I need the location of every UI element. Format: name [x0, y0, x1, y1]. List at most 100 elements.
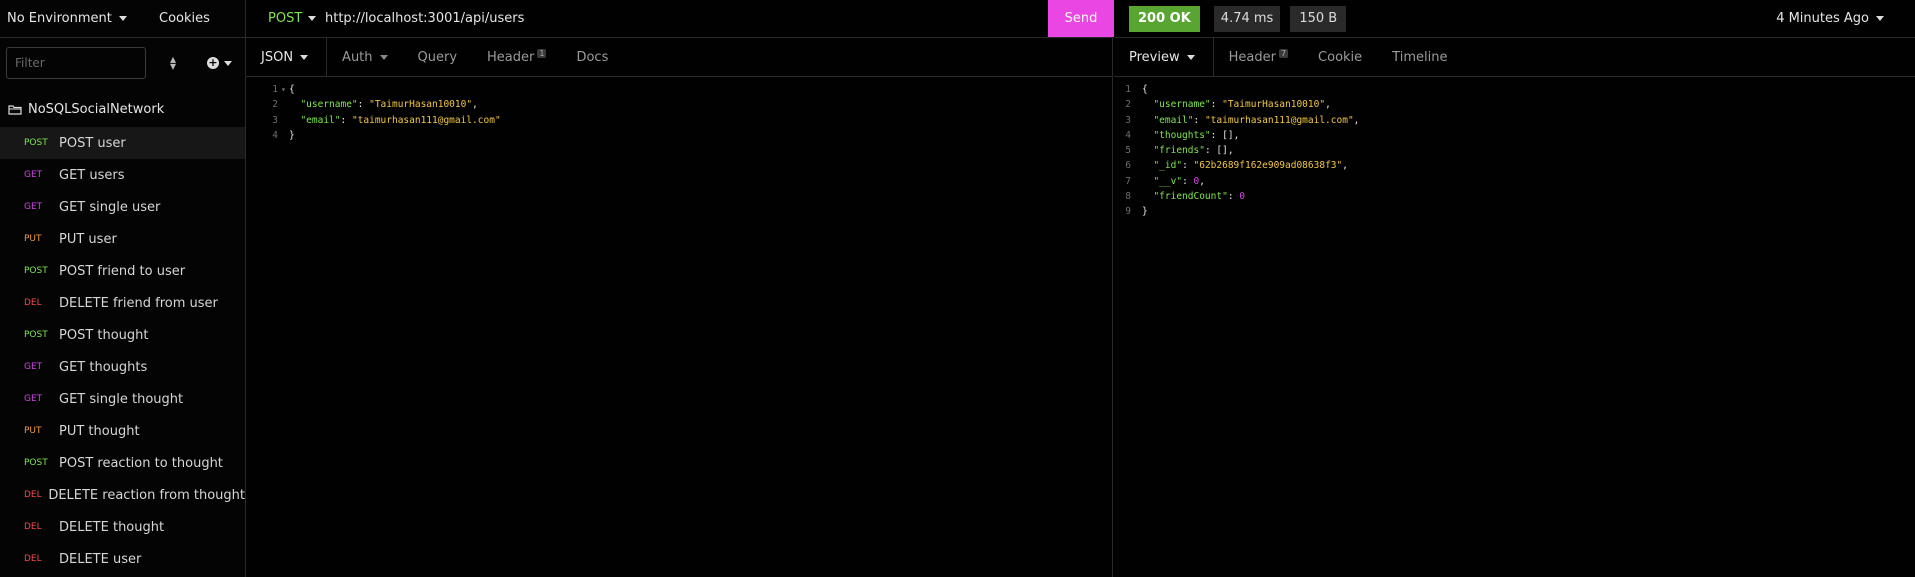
- json-key: "email": [300, 114, 341, 126]
- line-number: 3: [272, 114, 278, 126]
- tab-timeline[interactable]: Timeline: [1377, 38, 1462, 77]
- tab-cookie[interactable]: Cookie: [1303, 38, 1377, 77]
- request-name: POST reaction to thought: [59, 455, 223, 471]
- request-item[interactable]: DEL DELETE thought: [0, 511, 245, 543]
- collection-folder[interactable]: NoSQLSocialNetwork: [0, 91, 245, 127]
- history-dropdown[interactable]: 4 Minutes Ago: [1776, 11, 1884, 26]
- request-item[interactable]: POST POST thought: [0, 319, 245, 351]
- request-item[interactable]: PUT PUT thought: [0, 415, 245, 447]
- request-pane: POST http://localhost:3001/api/users Sen…: [246, 0, 1114, 577]
- method-label: POST: [268, 11, 303, 26]
- json-value: "TaimurHasan10010": [369, 99, 473, 111]
- tab-response-header[interactable]: Header 7: [1214, 38, 1303, 77]
- tab-header[interactable]: Header 1: [472, 38, 561, 77]
- code-brace: {: [289, 84, 295, 95]
- request-name: GET users: [59, 167, 125, 183]
- code-line: 3 "email": "taimurhasan111@gmail.com": [246, 113, 1112, 128]
- request-name: POST thought: [59, 327, 149, 343]
- json-colon: :: [1210, 129, 1223, 141]
- request-body-editor[interactable]: 1 ▾{2 "username": "TaimurHasan10010", 3 "e…: [246, 77, 1112, 143]
- json-colon: :: [1210, 99, 1223, 111]
- tab-header-label: Header: [487, 49, 535, 65]
- code-line: 4}: [246, 128, 1112, 143]
- method-dropdown[interactable]: POST: [246, 11, 322, 26]
- sort-icon[interactable]: ▴ ▾: [163, 53, 183, 72]
- method-badge: DEL: [24, 522, 42, 532]
- code-line: 7 "__v": 0,: [1114, 174, 1915, 189]
- folder-icon: [8, 104, 22, 115]
- history-label: 4 Minutes Ago: [1776, 11, 1869, 26]
- request-item[interactable]: PUT PUT user: [0, 223, 245, 255]
- chevron-down-icon: [1876, 16, 1884, 21]
- filter-input[interactable]: [6, 47, 146, 79]
- request-tabs: JSON Auth Query Header 1 Docs: [246, 37, 1112, 77]
- request-item[interactable]: DEL DELETE reaction from thought: [0, 479, 245, 511]
- response-size: 150 B: [1290, 5, 1347, 32]
- add-request-button[interactable]: +: [207, 57, 232, 69]
- json-value: []: [1216, 145, 1228, 157]
- tab-docs[interactable]: Docs: [561, 38, 623, 77]
- line-number: 3: [1125, 114, 1131, 126]
- method-badge: DEL: [24, 490, 42, 500]
- request-name: GET single thought: [59, 391, 184, 407]
- line-number: 5: [1125, 145, 1131, 157]
- request-name: DELETE friend from user: [59, 295, 218, 311]
- json-colon: :: [357, 99, 370, 111]
- method-badge: DEL: [24, 554, 42, 564]
- line-number: 6: [1125, 160, 1131, 172]
- response-status-bar: 200 OK 4.74 ms 150 B 4 Minutes Ago: [1114, 0, 1915, 38]
- request-item[interactable]: GET GET single user: [0, 191, 245, 223]
- json-key: "_id": [1153, 160, 1183, 172]
- json-value: 0: [1239, 191, 1245, 203]
- json-key: "friendCount": [1153, 191, 1228, 203]
- json-key: "friends": [1153, 145, 1205, 157]
- status-badge: 200 OK: [1129, 5, 1200, 32]
- code-line: 6 "_id": "62b2689f162e909ad08638f3",: [1114, 158, 1915, 173]
- json-value: "taimurhasan111@gmail.com": [1204, 114, 1354, 126]
- method-badge: POST: [24, 330, 48, 340]
- code-line: 3 "email": "taimurhasan111@gmail.com",: [1114, 113, 1915, 128]
- line-number: 7: [1125, 175, 1131, 187]
- code-line: 2 "username": "TaimurHasan10010",: [1114, 97, 1915, 112]
- sidebar: No Environment Cookies ▴▾ + NoSQLSocialN…: [0, 0, 246, 577]
- tab-query[interactable]: Query: [403, 38, 473, 77]
- sidebar-header: No Environment Cookies: [0, 0, 245, 38]
- request-item[interactable]: DEL DELETE user: [0, 543, 245, 575]
- send-button[interactable]: Send: [1048, 0, 1114, 37]
- method-badge: GET: [24, 170, 43, 180]
- chevron-down-icon: [224, 60, 232, 66]
- request-item[interactable]: DEL DELETE friend from user: [0, 287, 245, 319]
- json-value: "taimurhasan111@gmail.com": [351, 114, 501, 126]
- method-badge: POST: [24, 138, 48, 148]
- tab-json[interactable]: JSON: [246, 37, 328, 77]
- request-item[interactable]: POST POST reaction to thought: [0, 447, 245, 479]
- tab-response-header-label: Header: [1228, 49, 1276, 65]
- tab-auth[interactable]: Auth: [327, 38, 402, 77]
- tab-preview[interactable]: Preview: [1114, 37, 1214, 77]
- code-line: 9}: [1114, 204, 1915, 219]
- request-name: PUT user: [59, 231, 117, 247]
- request-item[interactable]: GET GET thoughts: [0, 351, 245, 383]
- line-number: 4: [272, 129, 278, 141]
- chevron-down-icon: [118, 16, 127, 21]
- request-item[interactable]: GET GET single thought: [0, 383, 245, 415]
- request-item[interactable]: GET GET users: [0, 159, 245, 191]
- header-count-badge: 1: [537, 48, 547, 58]
- line-number: 4: [1125, 129, 1131, 141]
- json-colon: :: [1204, 145, 1217, 157]
- url-input[interactable]: http://localhost:3001/api/users: [325, 11, 524, 26]
- cookies-button[interactable]: Cookies: [159, 11, 210, 26]
- method-badge: GET: [24, 362, 43, 372]
- fold-arrow-icon[interactable]: ▾: [281, 82, 289, 97]
- environment-dropdown[interactable]: No Environment: [0, 11, 150, 26]
- json-comma: ,: [1325, 99, 1331, 111]
- request-item[interactable]: POST POST user: [0, 127, 245, 159]
- request-name: GET thoughts: [59, 359, 148, 375]
- request-item[interactable]: POST POST friend to user: [0, 255, 245, 287]
- code-line: 1 ▾{: [246, 82, 1112, 97]
